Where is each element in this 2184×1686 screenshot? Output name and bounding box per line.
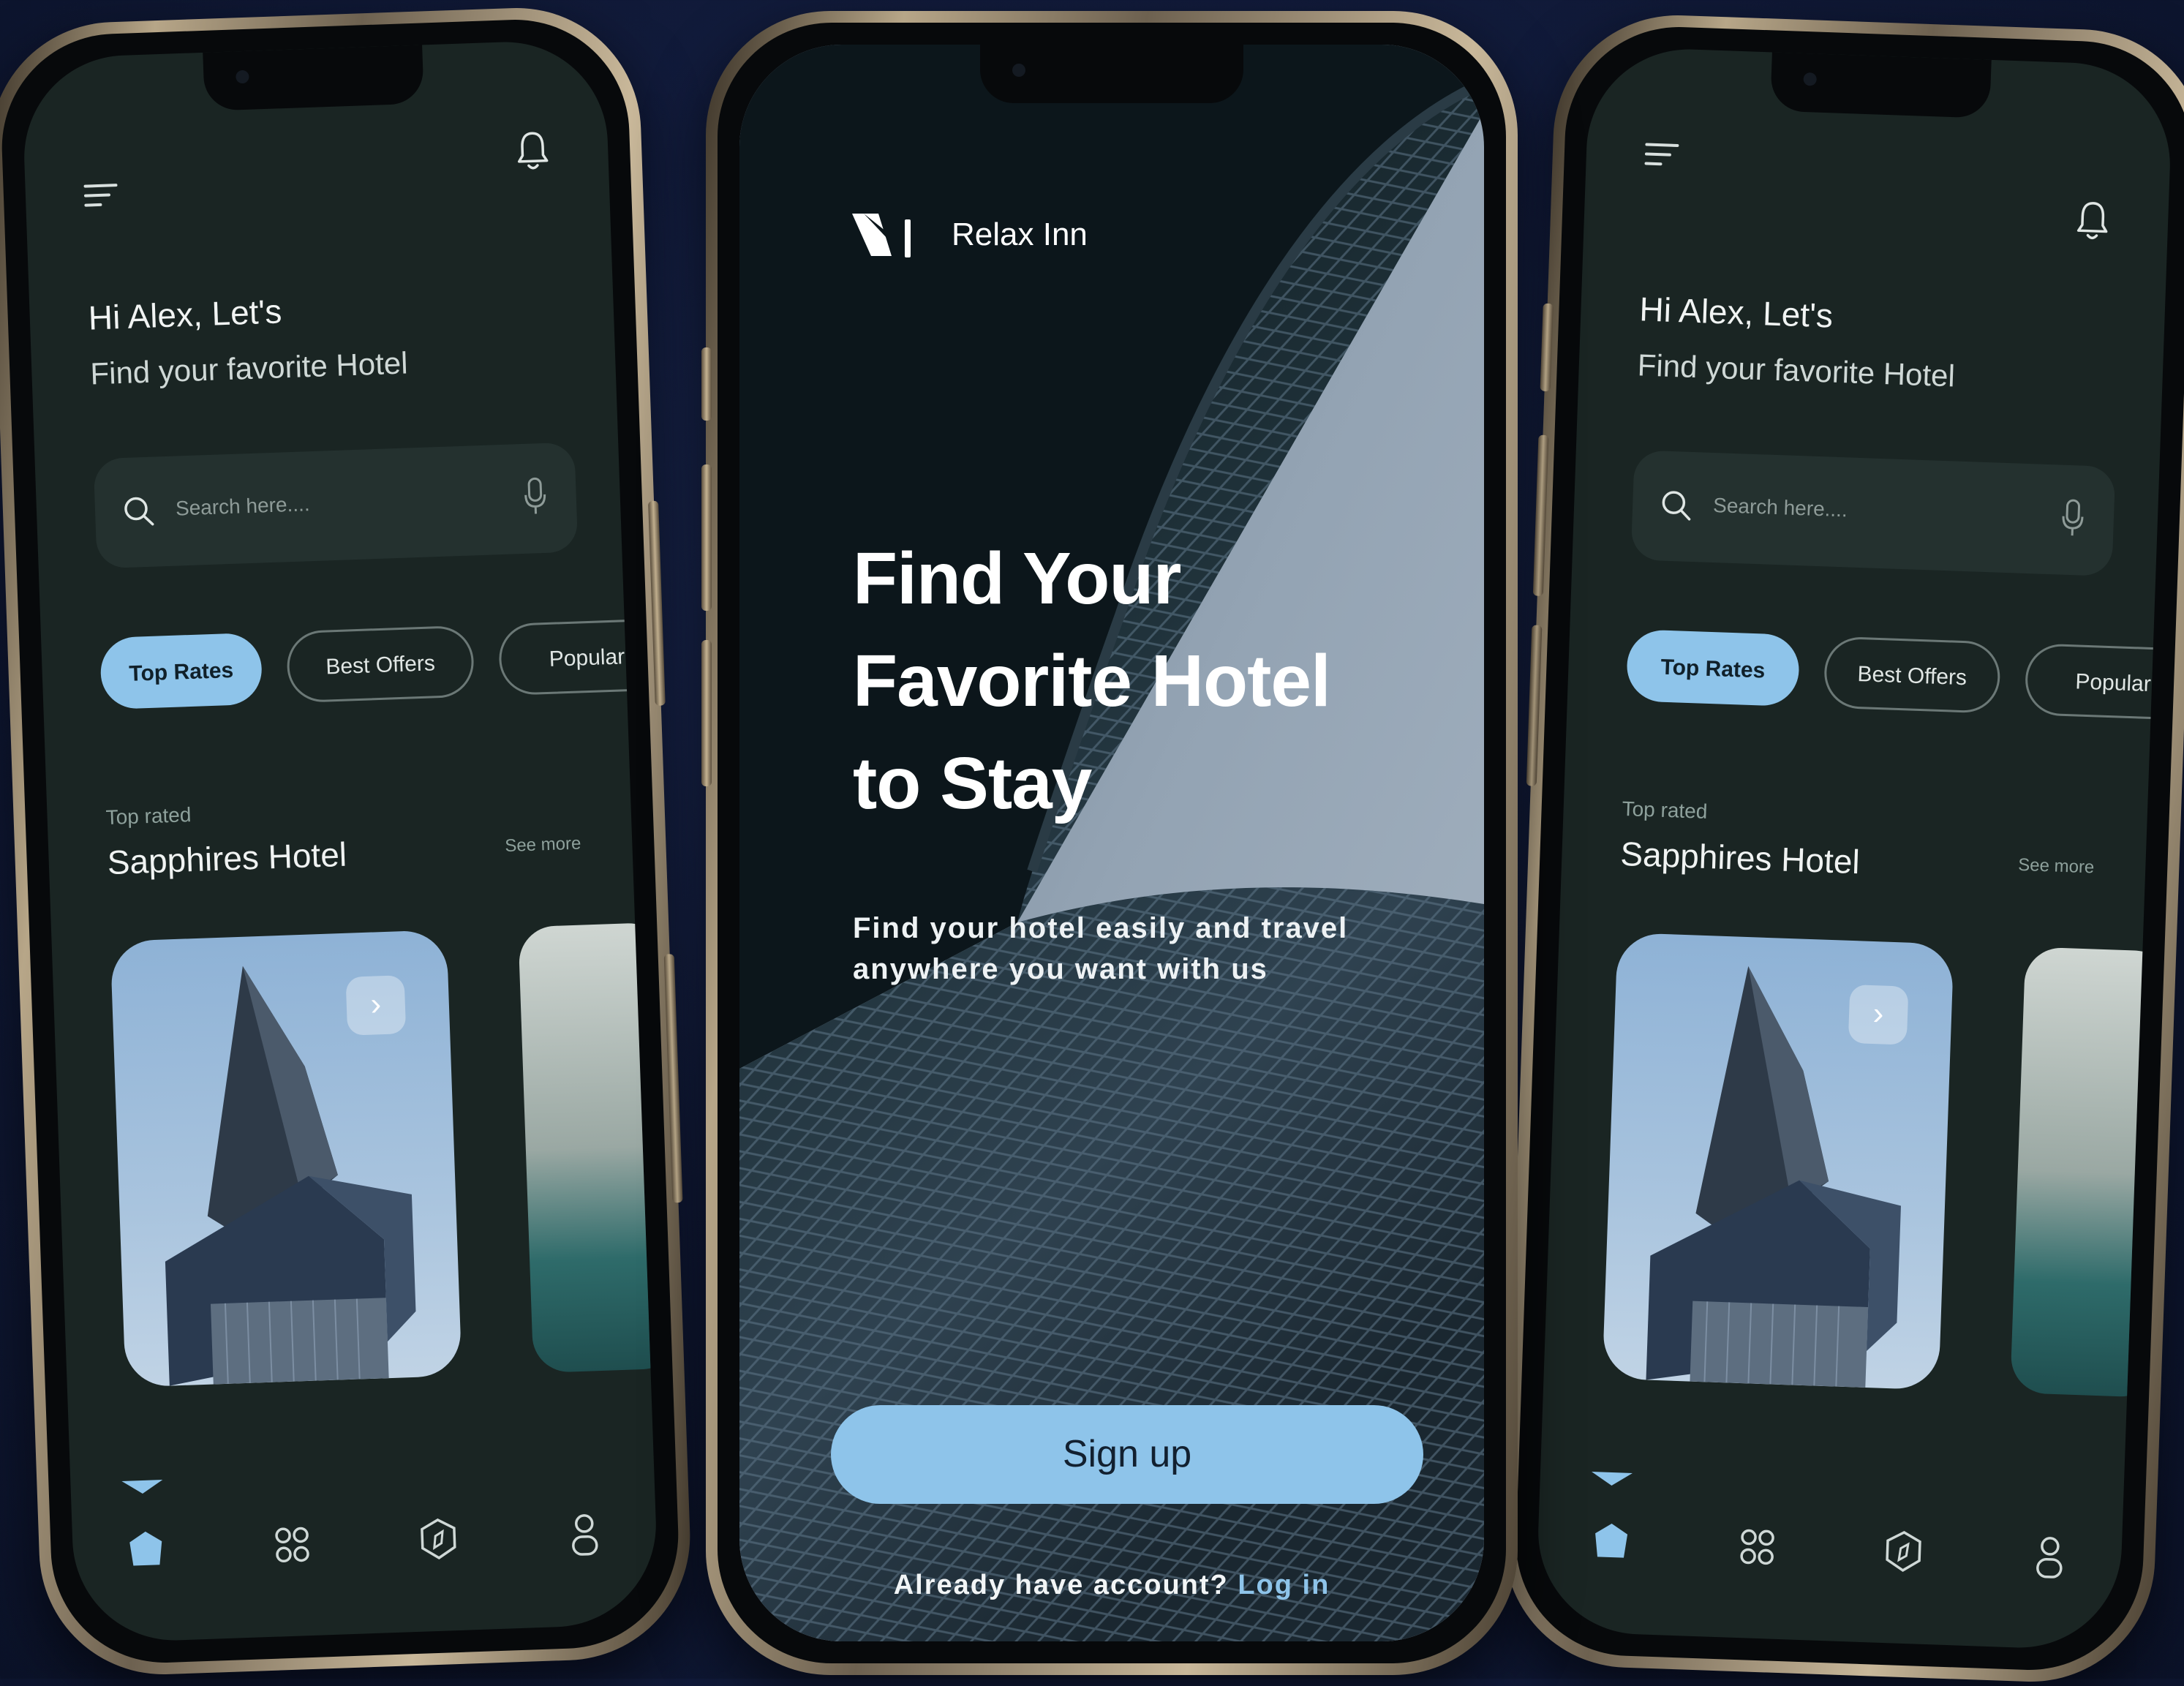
notch	[203, 45, 424, 110]
chevron-right-icon[interactable]: ›	[345, 975, 406, 1036]
bottom-nav	[1537, 1499, 2123, 1608]
phone-bezel: Hi Alex, Let's Find your favorite Hotel …	[1512, 23, 2184, 1674]
chevron-right-icon[interactable]: ›	[1848, 985, 1909, 1045]
sign-up-button[interactable]: Sign up	[831, 1405, 1423, 1504]
grid-icon[interactable]	[269, 1518, 315, 1571]
phone-left: Hi Alex, Let's Find your favorite Hotel …	[0, 4, 694, 1679]
chip-top-rates[interactable]: Top Rates	[1626, 629, 1800, 707]
brand-name: Relax Inn	[952, 217, 1088, 253]
login-prompt-text: Already have account?	[894, 1570, 1229, 1600]
section-label: Top rated	[1622, 797, 1708, 824]
search-input[interactable]: Search here....	[1713, 494, 1848, 522]
side-button	[701, 640, 712, 786]
hero-heading: Find Your Favorite Hotel to Stay	[853, 527, 1453, 835]
welcome-screen: Relax Inn Find Your Favorite Hotel to St…	[739, 45, 1484, 1641]
home-screen: Hi Alex, Let's Find your favorite Hotel …	[1535, 46, 2173, 1652]
bell-icon[interactable]	[2075, 198, 2110, 244]
chip-popular[interactable]: Popular	[2025, 643, 2174, 720]
compass-icon[interactable]	[415, 1513, 461, 1566]
log-in-link[interactable]: Log in	[1238, 1570, 1330, 1600]
category-chips: Top Rates Best Offers Popular	[99, 620, 627, 711]
hero-line: Favorite Hotel	[853, 630, 1453, 732]
hero-line: to Stay	[853, 732, 1453, 835]
chip-best-offers[interactable]: Best Offers	[286, 625, 475, 704]
phone-bezel: Hi Alex, Let's Find your favorite Hotel …	[0, 16, 682, 1667]
phone-right: Hi Alex, Let's Find your favorite Hotel …	[1500, 11, 2184, 1686]
profile-icon[interactable]	[2027, 1531, 2072, 1584]
bell-icon[interactable]	[515, 128, 550, 173]
hero-line: Find Your	[853, 527, 1453, 630]
grid-icon[interactable]	[1734, 1521, 1780, 1573]
hotel-card-partial[interactable]	[2010, 947, 2172, 1398]
home-icon[interactable]	[1589, 1516, 1634, 1568]
notch	[980, 45, 1243, 103]
compass-icon[interactable]	[1880, 1526, 1926, 1578]
microphone-icon[interactable]	[2060, 497, 2085, 539]
search-icon	[1658, 487, 1695, 524]
section-title: Sapphires Hotel	[107, 835, 347, 882]
section-label: Top rated	[105, 803, 192, 829]
microphone-icon[interactable]	[523, 475, 548, 517]
nav-active-indicator	[121, 1480, 163, 1494]
relax-inn-logo-icon	[849, 209, 922, 260]
home-screen: Hi Alex, Let's Find your favorite Hotel …	[20, 39, 659, 1644]
filter-menu-icon[interactable]	[1644, 143, 1679, 173]
profile-icon[interactable]	[562, 1508, 607, 1561]
notch	[1770, 52, 1992, 118]
architecture-background-image	[739, 45, 1484, 1641]
category-chips: Top Rates Best Offers Popular	[1626, 629, 2153, 720]
chip-popular[interactable]: Popular	[498, 618, 660, 696]
search-bar[interactable]: Search here....	[94, 442, 579, 568]
phone-center: Relax Inn Find Your Favorite Hotel to St…	[706, 11, 1518, 1675]
bottom-nav	[72, 1492, 658, 1600]
greeting: Hi Alex, Let's	[1639, 289, 1834, 335]
hotel-card[interactable]: ›	[1603, 933, 1954, 1390]
chip-top-rates[interactable]: Top Rates	[99, 633, 263, 710]
section-title: Sapphires Hotel	[1620, 834, 1861, 881]
chip-best-offers[interactable]: Best Offers	[1823, 636, 2001, 713]
see-more-link[interactable]: See more	[2018, 855, 2095, 878]
hotel-card-partial[interactable]	[518, 922, 659, 1374]
greeting-subtitle: Find your favorite Hotel	[90, 345, 409, 391]
hero-subtext: Find your hotel easily and travel anywhe…	[853, 908, 1482, 990]
side-button	[701, 464, 712, 611]
see-more-link[interactable]: See more	[505, 834, 581, 857]
hotel-card[interactable]: ›	[110, 930, 462, 1388]
home-icon[interactable]	[123, 1524, 168, 1576]
side-button	[701, 347, 712, 421]
phone-bezel: Relax Inn Find Your Favorite Hotel to St…	[718, 23, 1506, 1663]
greeting-subtitle: Find your favorite Hotel	[1637, 347, 1956, 394]
nav-active-indicator	[1591, 1472, 1633, 1486]
brand-header: Relax Inn	[849, 209, 1088, 260]
search-icon	[121, 493, 157, 530]
search-input[interactable]: Search here....	[175, 492, 310, 520]
login-prompt: Already have account? Log in	[739, 1570, 1484, 1601]
filter-menu-icon[interactable]	[83, 184, 118, 214]
search-bar[interactable]: Search here....	[1631, 450, 2116, 576]
greeting: Hi Alex, Let's	[88, 291, 282, 337]
hotel-building-image	[110, 930, 462, 1388]
